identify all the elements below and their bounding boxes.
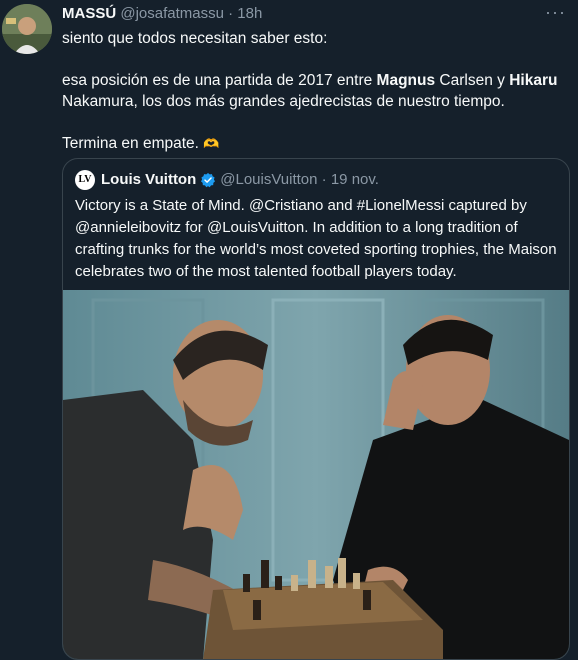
chess-photo[interactable]	[63, 290, 569, 660]
tweet-text: siento que todos necesitan saber esto: e…	[62, 28, 562, 154]
avatar-image	[2, 4, 52, 54]
more-options-button[interactable]: ···	[545, 2, 566, 23]
heart-hands-emoji: 🫶	[203, 136, 220, 151]
quoted-author-handle[interactable]: @LouisVuitton	[220, 170, 317, 190]
text-segment: esa posición es de una partida de 2017 e…	[62, 72, 377, 89]
quoted-tweet-text: Victory is a State of Mind. @Cristiano a…	[75, 197, 557, 280]
quoted-author-name[interactable]: Louis Vuitton	[101, 170, 196, 190]
quoted-timestamp[interactable]: 19 nov.	[331, 170, 379, 190]
text-bold-magnus: Magnus	[376, 72, 436, 89]
separator-dot: ·	[228, 5, 234, 22]
text-segment: Carlsen y	[435, 72, 510, 89]
verified-badge-icon	[201, 173, 216, 188]
quoted-tweet[interactable]: LV Louis Vuitton @LouisVuitton · 19 nov.…	[62, 158, 570, 660]
tweet-header: MASSÚ @josafatmassu · 18h	[62, 5, 262, 23]
tweet[interactable]: MASSÚ @josafatmassu · 18h ··· siento que…	[0, 0, 578, 660]
text-segment: Nakamura, los dos más grandes ajedrecist…	[62, 93, 505, 110]
separator-dot: ·	[321, 171, 327, 188]
quoted-tweet-header: LV Louis Vuitton @LouisVuitton · 19 nov.	[75, 170, 379, 190]
text-segment: Termina en empate.	[62, 135, 199, 152]
author-name[interactable]: MASSÚ	[62, 5, 116, 22]
timestamp[interactable]: 18h	[237, 5, 262, 22]
tweet-line-3: Termina en empate. 🫶	[62, 133, 562, 154]
tweet-line-1: siento que todos necesitan saber esto:	[62, 30, 328, 47]
text-bold-hikaru: Hikaru	[509, 72, 558, 89]
tweet-line-2: esa posición es de una partida de 2017 e…	[62, 70, 562, 112]
avatar[interactable]	[2, 4, 52, 54]
louis-vuitton-avatar[interactable]: LV	[75, 170, 95, 190]
author-handle[interactable]: @josafatmassu	[120, 5, 224, 22]
